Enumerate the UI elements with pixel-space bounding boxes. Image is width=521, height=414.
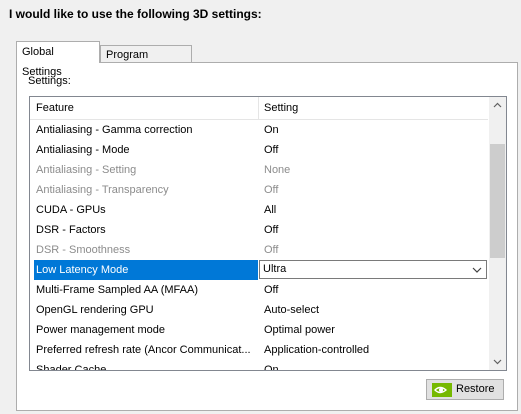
list-item[interactable]: Antialiasing - Gamma correction On — [30, 120, 488, 140]
setting-value: Off — [264, 284, 279, 296]
feature-name: Antialiasing - Mode — [36, 144, 130, 156]
chevron-down-icon[interactable] — [472, 266, 482, 274]
page-heading: I would like to use the following 3D set… — [9, 7, 262, 21]
nvidia-logo-icon — [432, 383, 452, 397]
list-item-selected[interactable]: Low Latency Mode Ultra — [30, 260, 488, 280]
vertical-scrollbar[interactable] — [489, 97, 506, 370]
column-divider[interactable] — [258, 97, 259, 119]
list-item[interactable]: CUDA - GPUs All — [30, 200, 488, 220]
list-item[interactable]: Antialiasing - Transparency Off — [30, 180, 488, 200]
scrollbar-thumb[interactable] — [490, 144, 505, 258]
list-rows: Antialiasing - Gamma correction On Antiali… — [30, 120, 488, 371]
feature-name: DSR - Smoothness — [36, 244, 131, 256]
list-item[interactable]: Multi-Frame Sampled AA (MFAA) Off — [30, 280, 488, 300]
setting-value: Auto-select — [264, 304, 320, 316]
setting-value: On — [264, 124, 279, 136]
list-header: Feature Setting — [30, 97, 488, 120]
scroll-down-icon[interactable] — [489, 353, 506, 370]
restore-label: Restore — [456, 383, 495, 395]
feature-name: DSR - Factors — [36, 224, 106, 236]
list-item[interactable]: Antialiasing - Mode Off — [30, 140, 488, 160]
tab-global-settings[interactable]: Global Settings — [16, 41, 100, 78]
list-item[interactable]: DSR - Smoothness Off — [30, 240, 488, 260]
column-header-setting[interactable]: Setting — [264, 102, 298, 114]
setting-value: All — [264, 204, 277, 216]
setting-dropdown[interactable]: Ultra — [259, 260, 487, 279]
feature-name: Antialiasing - Setting — [36, 164, 137, 176]
feature-name: OpenGL rendering GPU — [36, 304, 154, 316]
setting-value: Application-controlled — [264, 344, 370, 356]
list-item[interactable]: Antialiasing - Setting None — [30, 160, 488, 180]
list-item[interactable]: DSR - Factors Off — [30, 220, 488, 240]
setting-value: Off — [264, 224, 279, 236]
list-item[interactable]: Power management mode Optimal power — [30, 320, 488, 340]
settings-panel: Settings: Feature Setting Antialiasing -… — [16, 62, 518, 411]
scroll-up-icon[interactable] — [489, 97, 506, 114]
feature-name: Power management mode — [36, 324, 166, 336]
setting-value: Ultra — [263, 263, 287, 275]
list-item[interactable]: Preferred refresh rate (Ancor Communicat… — [30, 340, 488, 360]
list-item[interactable]: Shader Cache On — [30, 360, 488, 371]
feature-name: Antialiasing - Gamma correction — [36, 124, 193, 136]
feature-name: CUDA - GPUs — [36, 204, 106, 216]
feature-name: Antialiasing - Transparency — [36, 184, 169, 196]
feature-name: Low Latency Mode — [34, 260, 258, 280]
setting-value: Optimal power — [264, 324, 335, 336]
tab-program-settings[interactable]: Program Settings — [100, 45, 192, 79]
feature-name: Shader Cache — [36, 364, 107, 371]
setting-value: Off — [264, 144, 279, 156]
setting-value: None — [264, 164, 291, 176]
feature-name: Multi-Frame Sampled AA (MFAA) — [36, 284, 198, 296]
column-header-feature[interactable]: Feature — [36, 102, 74, 114]
setting-value: Off — [264, 244, 279, 256]
tab-label: Global Settings — [22, 46, 62, 78]
list-item[interactable]: OpenGL rendering GPU Auto-select — [30, 300, 488, 320]
feature-name: Preferred refresh rate (Ancor Communicat… — [36, 344, 251, 356]
setting-value: On — [264, 364, 279, 371]
restore-button[interactable]: Restore — [426, 379, 504, 400]
setting-value: Off — [264, 184, 279, 196]
settings-list[interactable]: Feature Setting Antialiasing - Gamma cor… — [29, 96, 507, 371]
